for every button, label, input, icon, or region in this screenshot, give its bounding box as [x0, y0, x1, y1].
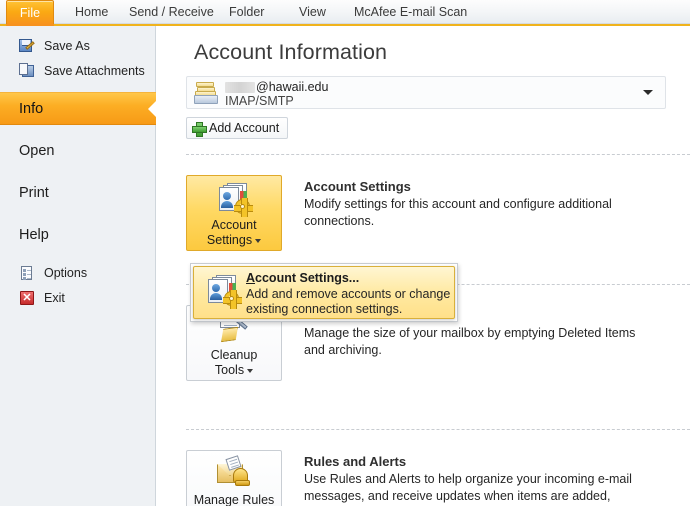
- tab-send-receive[interactable]: Send / Receive: [120, 0, 223, 24]
- account-settings-icon: [214, 182, 254, 217]
- account-selector[interactable]: @hawaii.edu IMAP/SMTP: [186, 76, 666, 109]
- section-divider: [186, 154, 690, 155]
- account-settings-icon: [203, 274, 242, 309]
- tab-home[interactable]: Home: [66, 0, 117, 24]
- add-account-button[interactable]: Add Account: [186, 117, 289, 139]
- mailbox-icon: [194, 82, 218, 104]
- sidebar-item-print[interactable]: Print: [0, 176, 155, 209]
- button-label-line1: Manage Rules: [193, 493, 275, 506]
- menu-item-description: Add and remove accounts or change existi…: [246, 287, 451, 316]
- plus-icon: [192, 121, 207, 137]
- sidebar-item-label: Print: [19, 184, 49, 201]
- tab-view[interactable]: View: [290, 0, 335, 24]
- save-as-icon: [19, 38, 36, 54]
- chevron-down-icon[interactable]: [255, 238, 262, 243]
- sidebar-item-label: Info: [19, 100, 44, 117]
- redacted-username-block: [225, 81, 255, 93]
- sidebar-item-help[interactable]: Help: [0, 218, 155, 251]
- sidebar-item-options[interactable]: Options: [0, 260, 155, 285]
- sidebar-item-save-as[interactable]: Save As: [0, 33, 155, 58]
- tab-folder[interactable]: Folder: [220, 0, 273, 24]
- sidebar-item-label: Save Attachments: [44, 63, 145, 78]
- backstage-navigation-pane: Save As Save Attachments Info Open Print…: [0, 26, 157, 506]
- tab-mcafee-email-scan[interactable]: McAfee E-mail Scan: [345, 0, 476, 24]
- save-attachments-icon: [19, 62, 36, 79]
- account-type: IMAP/SMTP: [225, 94, 294, 108]
- account-settings-button[interactable]: Account Settings: [186, 175, 282, 251]
- options-icon: [19, 265, 36, 281]
- sidebar-item-open[interactable]: Open: [0, 134, 155, 167]
- rules-and-alerts-heading: Rules and Alerts: [304, 454, 407, 469]
- menu-item-accelerator: A: [246, 271, 256, 285]
- ribbon-tab-strip: File Home Send / Receive Folder View McA…: [0, 0, 690, 25]
- manage-rules-alerts-button-label: Manage Rules & Alerts: [194, 493, 275, 506]
- exit-icon: ✕: [19, 290, 36, 306]
- outlook-backstage-window: File Home Send / Receive Folder View McA…: [0, 0, 690, 506]
- chevron-down-icon[interactable]: [643, 90, 653, 95]
- sidebar-item-info[interactable]: Info: [0, 92, 157, 125]
- account-email-domain: @hawaii.edu: [256, 80, 329, 94]
- add-account-label: Add Account: [209, 121, 280, 135]
- sidebar-item-label: Exit: [44, 290, 65, 305]
- sidebar-item-label: Open: [19, 142, 55, 159]
- tab-file[interactable]: File: [6, 0, 54, 25]
- button-label-line1: Account: [211, 218, 257, 232]
- sidebar-item-label: Save As: [44, 38, 90, 53]
- button-label-line2: Settings: [206, 233, 253, 247]
- account-email: @hawaii.edu: [225, 80, 328, 94]
- chevron-down-icon[interactable]: [247, 368, 254, 373]
- section-divider: [186, 429, 690, 430]
- manage-rules-alerts-button[interactable]: Manage Rules & Alerts: [186, 450, 282, 506]
- manage-rules-alerts-icon: [214, 455, 254, 491]
- account-settings-button-label: Account Settings: [206, 218, 262, 248]
- button-label-line1: Cleanup: [210, 348, 258, 362]
- sidebar-item-exit[interactable]: ✕ Exit: [0, 285, 155, 310]
- mailbox-cleanup-description: Manage the size of your mailbox by empty…: [304, 326, 636, 357]
- rules-and-alerts-description: Use Rules and Alerts to help organize yo…: [304, 472, 632, 503]
- sidebar-item-label: Options: [44, 265, 88, 280]
- nav-top-commands: Save As Save Attachments: [0, 26, 155, 83]
- cleanup-tools-button-label: Cleanup Tools: [211, 348, 258, 378]
- account-settings-description: Modify settings for this account and con…: [304, 197, 612, 228]
- page-title: Account Information: [194, 40, 388, 64]
- sidebar-item-label: Help: [19, 226, 49, 243]
- menu-item-title-rest: ccount Settings...: [255, 271, 360, 285]
- account-settings-heading: Account Settings: [304, 179, 411, 194]
- menu-item-title: Account Settings...: [246, 271, 359, 285]
- button-label-line2: Tools: [214, 363, 245, 377]
- sidebar-item-save-attachments[interactable]: Save Attachments: [0, 58, 155, 83]
- menu-item-account-settings[interactable]: Account Settings... Add and remove accou…: [193, 266, 455, 319]
